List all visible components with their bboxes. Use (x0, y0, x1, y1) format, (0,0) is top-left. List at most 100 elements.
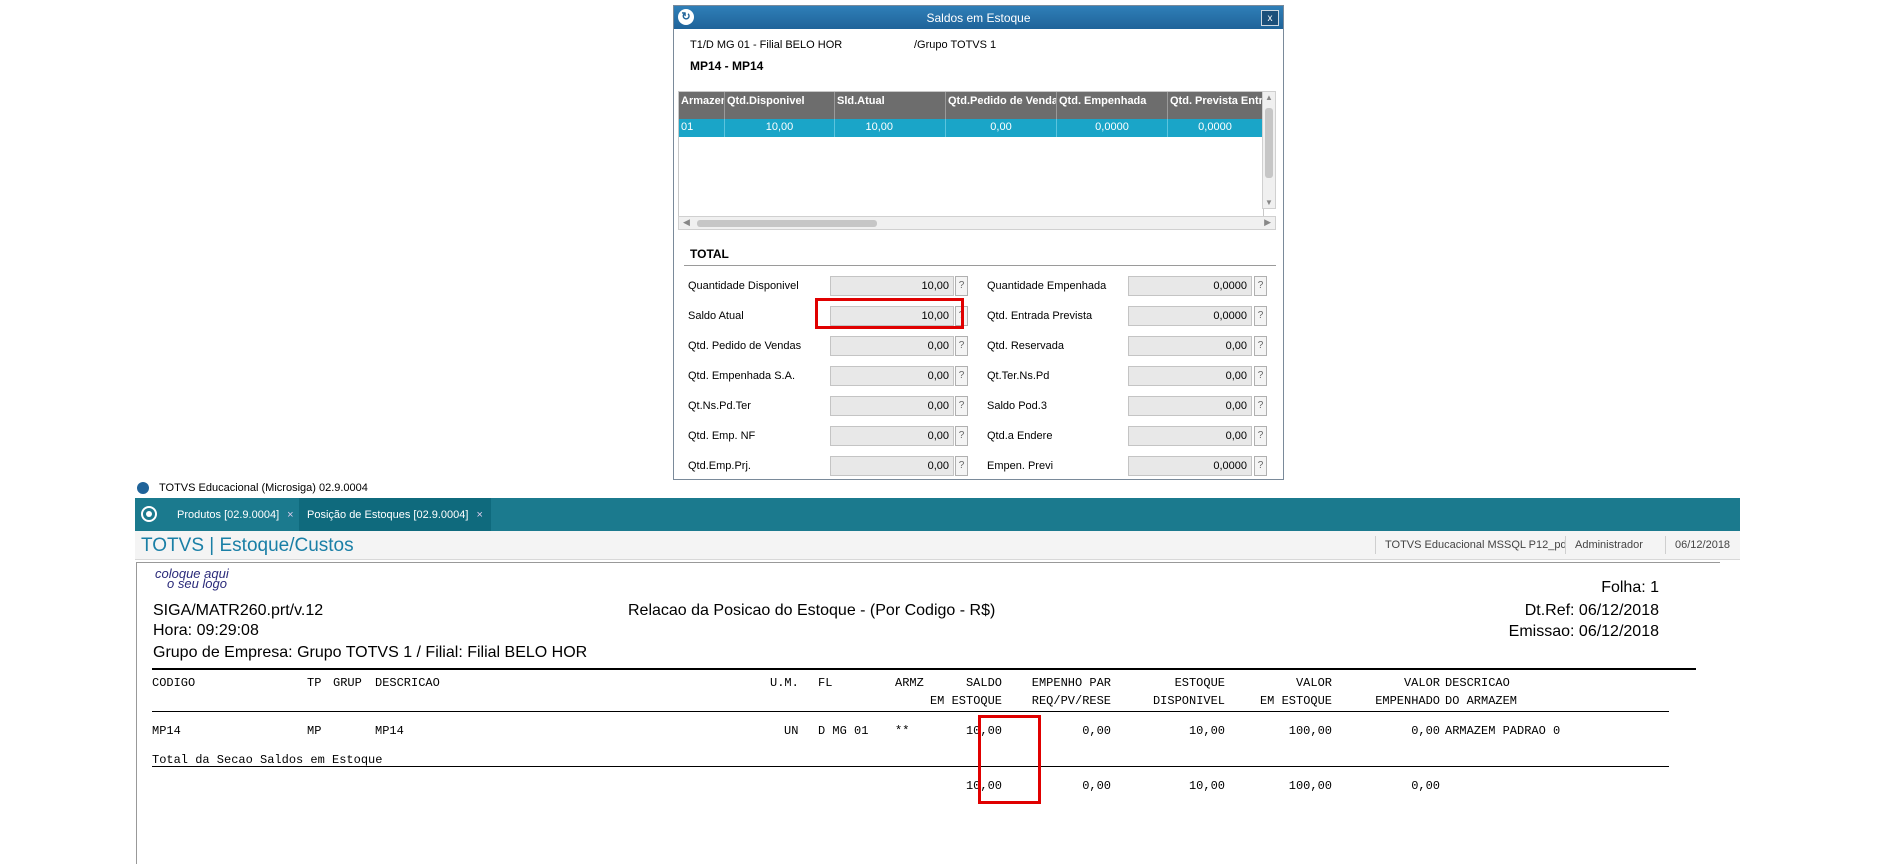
scroll-thumb[interactable] (1265, 108, 1273, 178)
field-input[interactable]: 0,00 (830, 336, 954, 356)
report-dtref: Dt.Ref: 06/12/2018 (1524, 602, 1659, 619)
field-input[interactable]: 10,00 (830, 276, 954, 296)
dialog-title: Saldos em Estoque (926, 10, 1031, 25)
field-label: Qtd. Emp. NF (688, 430, 756, 442)
total-valor-emp: 0,00 (1411, 779, 1440, 793)
help-icon[interactable]: ? (955, 426, 968, 446)
close-icon[interactable]: × (287, 509, 293, 521)
cell-armazem: 01 (679, 119, 725, 137)
field-quantidade-empenhada: Quantidade Empenhada 0,0000 ? (987, 276, 1277, 298)
hdr-grup: GRUP (333, 676, 362, 690)
app-window: TOTVS Educacional (Microsiga) 02.9.0004 … (135, 480, 1740, 864)
user-label: Administrador (1575, 539, 1643, 551)
field-input[interactable]: 0,00 (830, 396, 954, 416)
module-header: TOTVS | Estoque/Custos TOTVS Educacional… (135, 531, 1740, 560)
row-estoque: 10,00 (1188, 724, 1225, 738)
col-sld-atual[interactable]: Sld.Atual (835, 92, 946, 119)
scroll-up-icon[interactable]: ▲ (1265, 93, 1273, 102)
col-qtd-disponivel[interactable]: Qtd.Disponivel (725, 92, 835, 119)
hdr-desc-armazem: DESCRICAO (1445, 676, 1510, 690)
scroll-right-icon[interactable]: ▶ (1264, 217, 1271, 228)
help-icon[interactable]: ? (955, 336, 968, 356)
total-section-title: TOTAL (690, 247, 729, 261)
field-input[interactable]: 0,00 (830, 426, 954, 446)
group-label: /Grupo TOTVS 1 (914, 39, 997, 51)
totvs-logo-icon (137, 482, 149, 494)
hdr-do-armazem: DO ARMAZEM (1445, 694, 1518, 708)
field-qtd-reservada: Qtd. Reservada 0,00 ? (987, 336, 1277, 358)
field-input[interactable]: 0,0000 (1128, 306, 1252, 326)
tab-label: Posição de Estoques [02.9.0004] (307, 508, 469, 521)
date-label: 06/12/2018 (1675, 539, 1731, 551)
hdr-empenho: EMPENHO PAR (1031, 676, 1111, 690)
help-icon[interactable]: ? (955, 276, 968, 296)
field-label: Qt.Ns.Pd.Ter (688, 400, 751, 412)
saldos-dialog: ↻ Saldos em Estoque x T1/D MG 01 - Filia… (673, 5, 1284, 480)
field-input[interactable]: 0,00 (1128, 336, 1252, 356)
col-qtd-prevista-entrada[interactable]: Qtd. Prevista Entrada (1168, 92, 1263, 119)
hdr-empenhado: EMPENHADO (1375, 694, 1440, 708)
field-qtd-emp-prj: Qtd.Emp.Prj. 0,00 ? (688, 456, 978, 478)
grid-horizontal-scrollbar[interactable]: ◀ ▶ (678, 216, 1276, 230)
field-input[interactable]: 0,00 (1128, 366, 1252, 386)
field-input[interactable]: 0,00 (830, 456, 954, 476)
cell-sld-atual: 10,00 (835, 119, 946, 137)
help-icon[interactable]: ? (1254, 276, 1267, 296)
field-qtd-pedido-vendas: Qtd. Pedido de Vendas 0,00 ? (688, 336, 978, 358)
app-titlebar[interactable]: TOTVS Educacional (Microsiga) 02.9.0004 (135, 480, 1740, 498)
col-qtd-empenhada[interactable]: Qtd. Empenhada (1057, 92, 1168, 119)
grid-vertical-scrollbar[interactable]: ▲ ▼ (1262, 91, 1276, 209)
hdr-um: U.M. (770, 676, 799, 690)
help-icon[interactable]: ? (1254, 426, 1267, 446)
field-label: Qtd. Reservada (987, 340, 1065, 352)
home-icon[interactable] (141, 506, 157, 522)
product-label: MP14 - MP14 (690, 59, 764, 73)
help-icon[interactable]: ? (1254, 306, 1267, 326)
branch-label: T1/D MG 01 - Filial BELO HOR (690, 39, 843, 51)
field-input[interactable]: 0,00 (1128, 426, 1252, 446)
field-input[interactable]: 0,00 (1128, 396, 1252, 416)
module-title: TOTVS | Estoque/Custos (141, 535, 354, 556)
help-icon[interactable]: ? (1254, 456, 1267, 476)
tab-posicao-estoques[interactable]: Posição de Estoques [02.9.0004] × (299, 498, 491, 531)
tab-produtos[interactable]: Produtos [02.9.0004] × (169, 498, 302, 531)
hdr-saldo: SALDO (965, 676, 1002, 690)
divider (1665, 536, 1666, 554)
divider (1565, 536, 1566, 554)
help-icon[interactable]: ? (955, 396, 968, 416)
cell-qtd-prevista: 0,0000 (1168, 119, 1263, 137)
col-qtd-pedido-vendas[interactable]: Qtd.Pedido de Vendas (946, 92, 1057, 119)
help-icon[interactable]: ? (1254, 336, 1267, 356)
scroll-down-icon[interactable]: ▼ (1265, 198, 1273, 207)
scroll-left-icon[interactable]: ◀ (683, 217, 690, 228)
col-armazem[interactable]: Armazem (679, 92, 725, 119)
total-estoque: 10,00 (1188, 779, 1225, 793)
table-row[interactable]: 01 10,00 10,00 0,00 0,0000 0,0000 (679, 119, 1263, 137)
totvs-logo-icon: ↻ (678, 9, 694, 25)
field-saldo-pod3: Saldo Pod.3 0,00 ? (987, 396, 1277, 418)
field-label: Qt.Ter.Ns.Pd (987, 370, 1050, 382)
divider (684, 265, 1276, 266)
hdr-valor: VALOR (1295, 676, 1332, 690)
help-icon[interactable]: ? (955, 366, 968, 386)
hdr-armz: ARMZ (895, 676, 924, 690)
divider (152, 711, 1669, 712)
divider (1375, 536, 1376, 554)
close-icon[interactable]: × (476, 509, 482, 521)
field-label: Quantidade Disponivel (688, 280, 799, 292)
hdr-req-pv: REQ/PV/RESE (1031, 694, 1111, 708)
help-icon[interactable]: ? (1254, 366, 1267, 386)
hscroll-thumb[interactable] (697, 220, 877, 227)
field-input[interactable]: 0,0000 (1128, 456, 1252, 476)
field-label: Saldo Pod.3 (987, 400, 1047, 412)
field-input[interactable]: 0,00 (830, 366, 954, 386)
field-input[interactable]: 0,0000 (1128, 276, 1252, 296)
hdr-valor-estoque: EM ESTOQUE (1259, 694, 1332, 708)
help-icon[interactable]: ? (1254, 396, 1267, 416)
field-quantidade-disponivel: Quantidade Disponivel 10,00 ? (688, 276, 978, 298)
report-time: Hora: 09:29:08 (153, 622, 259, 639)
total-empenho: 0,00 (1082, 779, 1111, 793)
help-icon[interactable]: ? (955, 456, 968, 476)
close-icon[interactable]: x (1261, 10, 1279, 26)
dialog-titlebar[interactable]: ↻ Saldos em Estoque x (674, 6, 1283, 29)
